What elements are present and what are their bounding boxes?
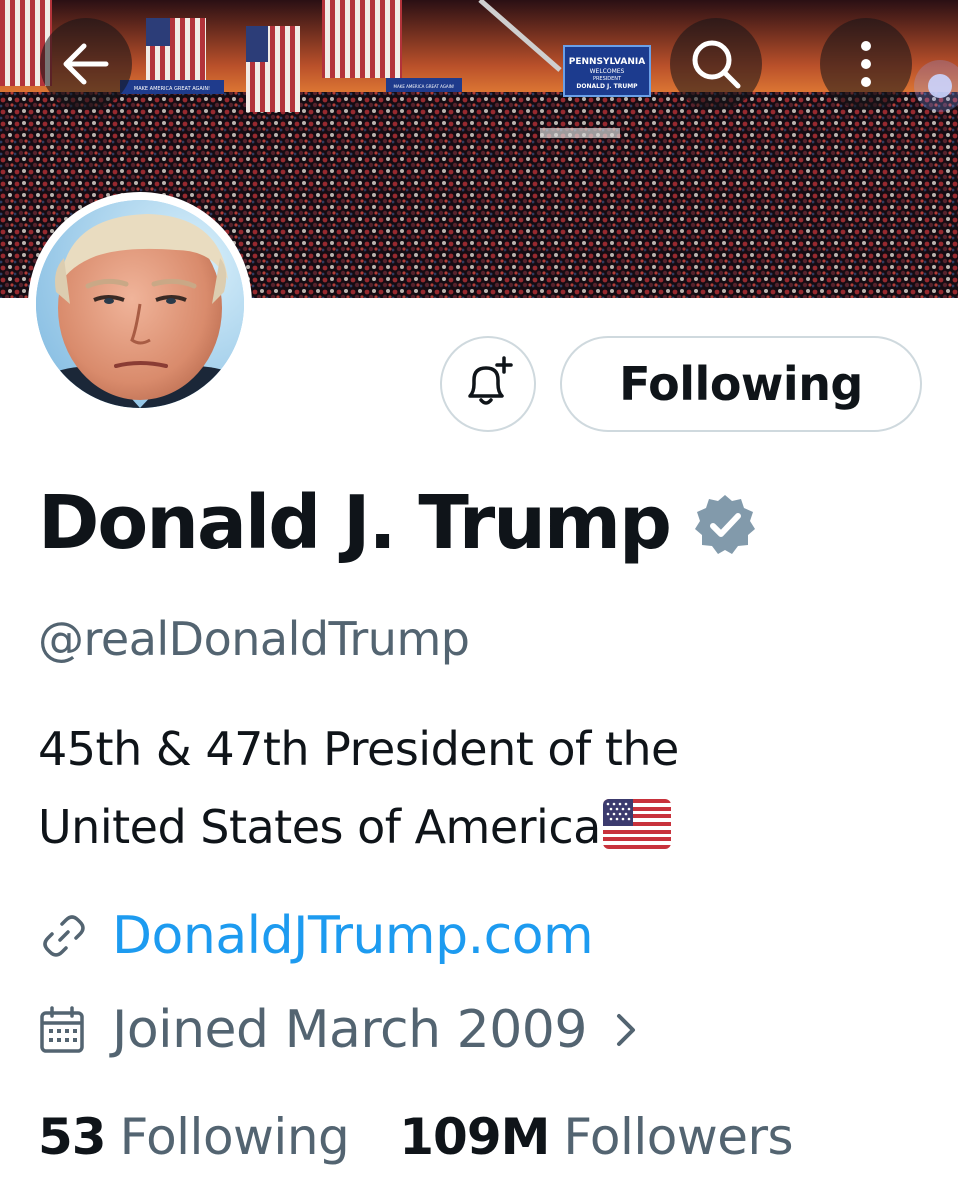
bio-line-1: 45th & 47th President of the — [38, 722, 679, 776]
more-options-button[interactable] — [820, 18, 912, 110]
profile-avatar[interactable] — [28, 192, 252, 416]
following-button[interactable]: Following — [560, 336, 922, 432]
verified-badge-icon — [695, 495, 755, 554]
us-flag-emoji — [602, 799, 671, 849]
following-stat[interactable]: 53 Following — [38, 1108, 350, 1166]
follow-stats: 53 Following 109M Followers — [38, 1108, 794, 1166]
sign-line-4: DONALD J. TRUMP — [576, 83, 638, 90]
chevron-right-icon — [616, 1014, 635, 1046]
following-label: Following — [119, 1108, 350, 1166]
back-button[interactable] — [40, 18, 132, 110]
sign-line-3: PRESIDENT — [593, 76, 622, 82]
avatar-portrait-image — [36, 200, 244, 408]
following-count: 53 — [38, 1108, 107, 1166]
profile-handle: @realDonaldTrump — [38, 612, 470, 666]
followers-stat[interactable]: 109M Followers — [399, 1108, 793, 1166]
search-button[interactable] — [670, 18, 762, 110]
banner-text-center: MAKE AMERICA GREAT AGAIN! — [394, 84, 455, 89]
more-vertical-icon — [861, 41, 871, 87]
calendar-icon — [40, 1006, 84, 1053]
display-name: Donald J. Trump — [38, 480, 672, 566]
link-icon — [43, 915, 85, 957]
sign-line-2: WELCOMES — [590, 68, 625, 75]
joined-date: Joined March 2009 — [112, 1000, 587, 1060]
bio-line-2-wrap: United States of America — [38, 788, 918, 866]
website-row: DonaldJTrump.com — [38, 906, 594, 966]
followers-count: 109M — [399, 1108, 550, 1166]
notifications-button[interactable] — [440, 336, 536, 432]
arrow-left-icon — [63, 43, 109, 85]
website-link[interactable]: DonaldJTrump.com — [112, 906, 594, 966]
joined-row[interactable]: Joined March 2009 — [38, 1000, 641, 1060]
name-row: Donald J. Trump — [38, 478, 758, 568]
bio-line-2: United States of America — [38, 800, 601, 854]
profile-bio: 45th & 47th President of the United Stat… — [38, 710, 918, 866]
banner-text-left: MAKE AMERICA GREAT AGAIN! — [134, 86, 210, 92]
followers-label: Followers — [563, 1108, 794, 1166]
bell-plus-icon — [468, 356, 513, 405]
sign-line-1: PENNSYLVANIA — [569, 57, 646, 67]
search-icon — [692, 40, 741, 89]
